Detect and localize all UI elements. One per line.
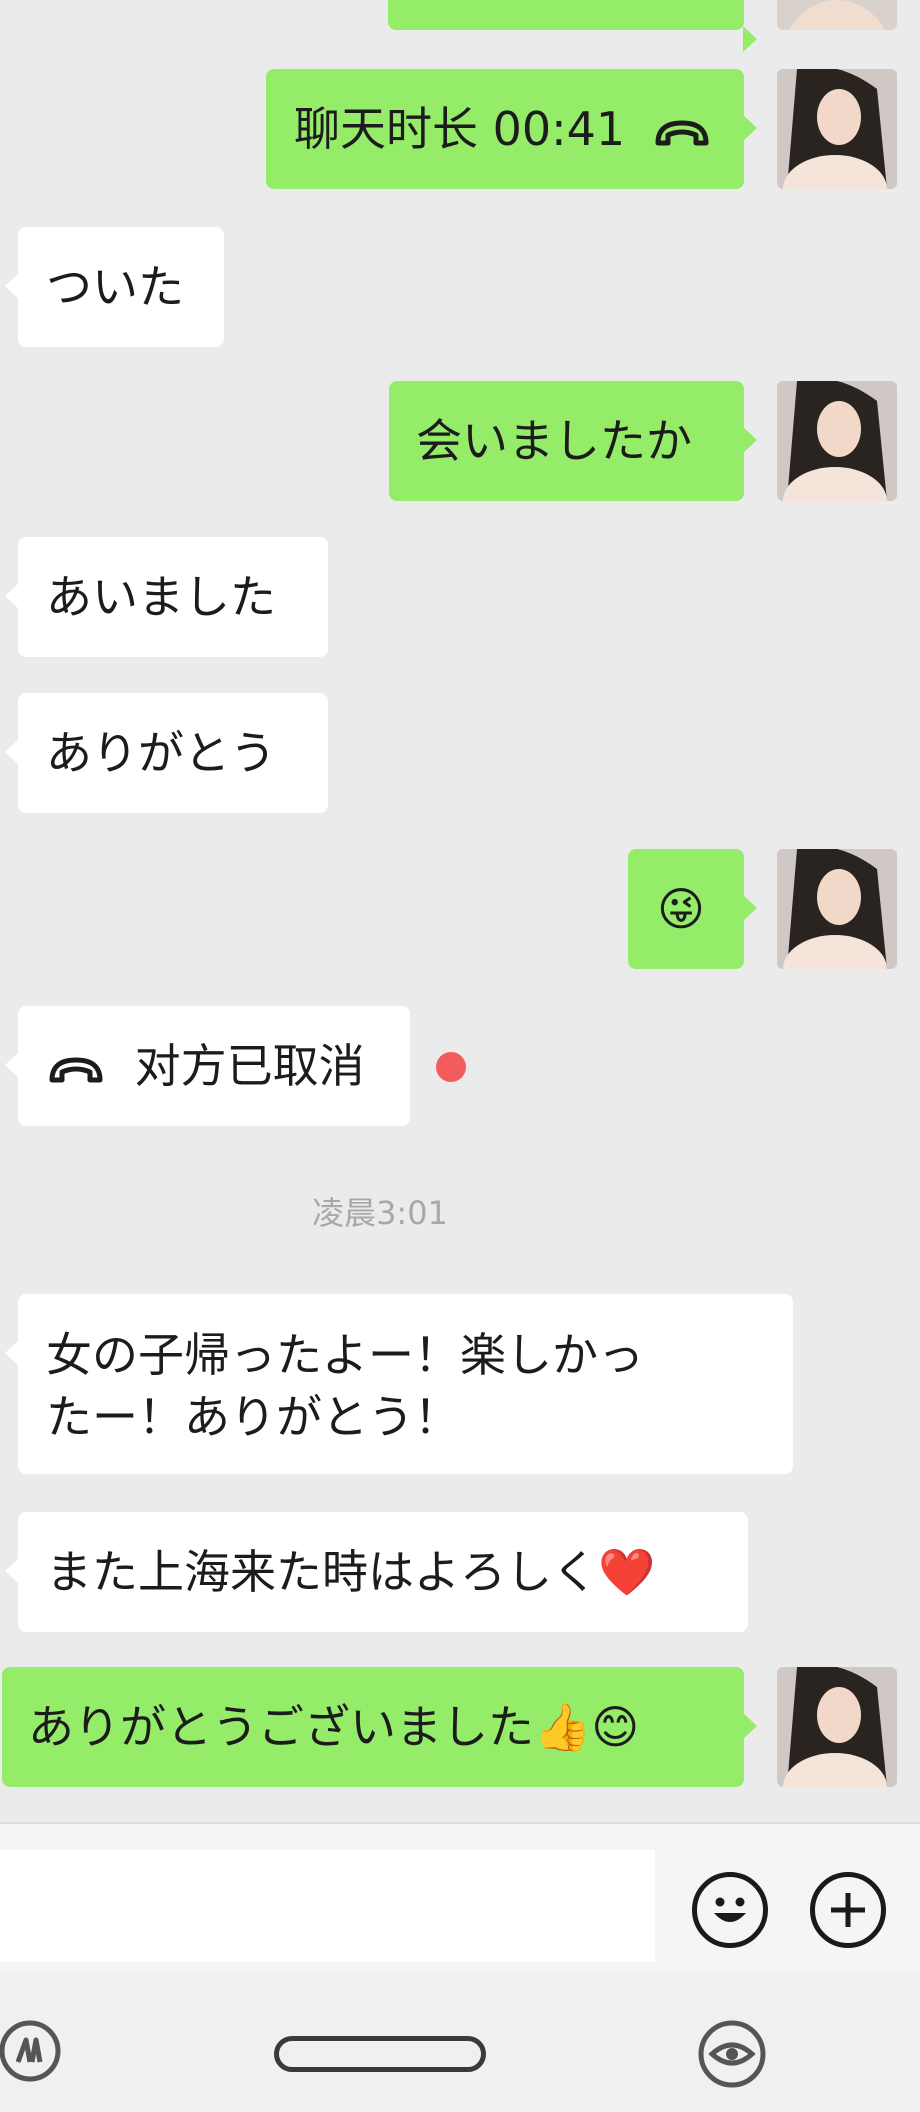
thumbs-smile-emoji: 👍😊 [534,1700,640,1754]
message-bubble[interactable]: また上海来た時はよろしく❤️ [5,1512,748,1632]
message-bubble[interactable]: ありがとうございました👍😊 [2,1667,757,1787]
emoji-button[interactable] [692,1872,768,1948]
more-button[interactable] [810,1872,886,1948]
avatar[interactable] [777,381,897,501]
message-text: 会いましたか [416,414,692,468]
call-duration-text: 聊天时长 00:41 [294,102,626,156]
call-cancelled-bubble[interactable]: 对方已取消 [5,1006,410,1126]
app-switch-icon [0,2020,61,2082]
message-bubble[interactable]: ありがとう [5,693,328,813]
message-text: ありがとうございました [28,1700,534,1754]
phone-hangup-icon [48,1039,104,1101]
message-bubble-partial[interactable] [388,0,757,52]
avatar[interactable] [777,0,897,30]
app-switch-button[interactable] [0,2018,66,2084]
message-text: ついた [46,260,184,314]
message-bubble[interactable]: ついた [5,227,224,347]
smiley-icon [714,1897,746,1922]
message-bubble[interactable]: 😜 [628,849,757,969]
message-text-line-1: 女の子帰ったよー！楽しかっ [46,1328,644,1382]
message-bubble[interactable]: あいました [5,537,328,657]
message-input[interactable] [0,1850,655,1962]
home-button[interactable] [274,2036,486,2072]
timestamp: 凌晨3:01 [312,1194,448,1232]
avatar[interactable] [777,849,897,969]
message-bubble[interactable]: 会いましたか [389,381,757,501]
message-text: あいました [46,570,276,624]
call-duration-bubble[interactable]: 聊天时长 00:41 [266,69,757,189]
message-text-line-2: たー！ありがとう！ [46,1390,460,1444]
message-text: また上海来た時はよろしく [46,1545,598,1599]
avatar[interactable] [777,1667,897,1787]
eye-button[interactable] [696,2018,768,2090]
avatar[interactable] [777,69,897,189]
winking-tongue-emoji: 😜 [657,882,705,936]
system-nav-bar [0,1972,920,2112]
input-bar [0,1822,920,1974]
heart-emoji: ❤️ [598,1545,656,1599]
message-bubble[interactable]: 女の子帰ったよー！楽しかっ たー！ありがとう！ [5,1294,793,1474]
message-text: ありがとう [46,726,276,780]
eye-icon [698,2020,766,2088]
plus-circle-icon [831,1893,865,1927]
phone-hangup-icon [654,102,710,164]
call-cancelled-text: 对方已取消 [134,1039,365,1093]
chat-area[interactable]: 聊天时长 00:41 ついた 会いましたか あいました ありがとう 😜 对方已取… [0,0,920,1822]
unread-dot [436,1052,466,1082]
